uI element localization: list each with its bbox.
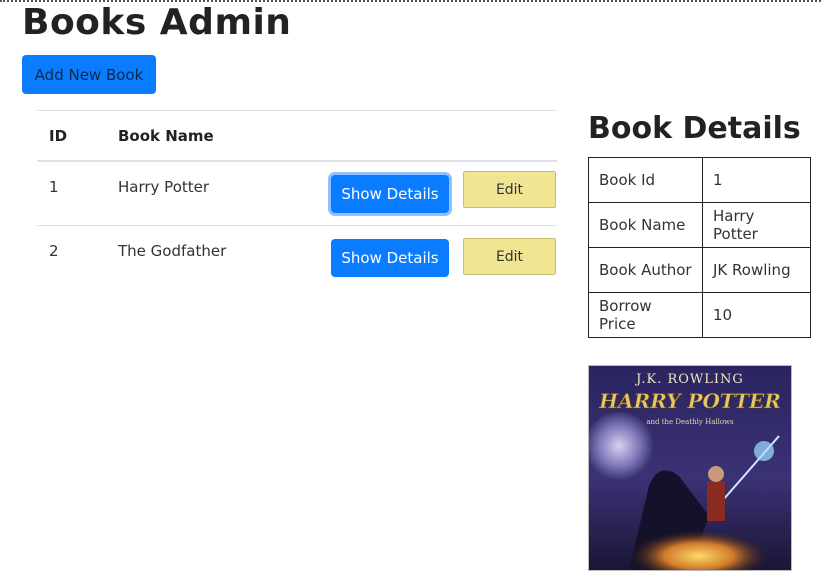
details-row: Book Name Harry Potter: [588, 202, 811, 248]
cover-author: J.K. ROWLING: [634, 372, 744, 387]
show-details-button[interactable]: Show Details: [331, 239, 449, 277]
cover-title: HARRY POTTER: [598, 389, 781, 413]
show-details-button[interactable]: Show Details: [331, 175, 449, 213]
book-details-table: Book Id 1 Book Name Harry Potter Book Au…: [588, 157, 811, 338]
details-title: Book Details: [588, 111, 801, 146]
details-row: Book Author JK Rowling: [588, 247, 811, 293]
page-title: Books Admin: [22, 2, 292, 43]
row-book-name: The Godfather: [118, 242, 227, 260]
edit-button[interactable]: Edit: [463, 171, 556, 208]
details-key: Book Author: [588, 247, 703, 293]
row-id: 2: [49, 242, 59, 260]
details-row: Book Id 1: [588, 157, 811, 203]
column-header-id: ID: [49, 127, 68, 145]
column-header-book-name: Book Name: [118, 127, 214, 145]
book-cover-art: J.K. ROWLING HARRY POTTER and the Deathl…: [589, 366, 791, 570]
hero-figure-shape: [707, 481, 725, 521]
table-top-border: [37, 110, 557, 111]
book-cover-image: J.K. ROWLING HARRY POTTER and the Deathl…: [588, 365, 792, 571]
cover-subtitle: and the Deathly Hallows: [646, 418, 734, 426]
add-new-book-button[interactable]: Add New Book: [22, 55, 156, 94]
edit-button[interactable]: Edit: [463, 238, 556, 275]
row-divider: [37, 225, 557, 226]
details-row: Borrow Price 10: [588, 292, 811, 338]
details-key: Book Name: [588, 202, 703, 248]
table-header-divider: [37, 160, 557, 162]
details-value: 1: [702, 157, 811, 203]
details-key: Borrow Price: [588, 292, 703, 338]
row-id: 1: [49, 178, 59, 196]
row-book-name: Harry Potter: [118, 178, 210, 196]
details-value: Harry Potter: [702, 202, 811, 248]
details-value: JK Rowling: [702, 247, 811, 293]
details-value: 10: [702, 292, 811, 338]
details-key: Book Id: [588, 157, 703, 203]
